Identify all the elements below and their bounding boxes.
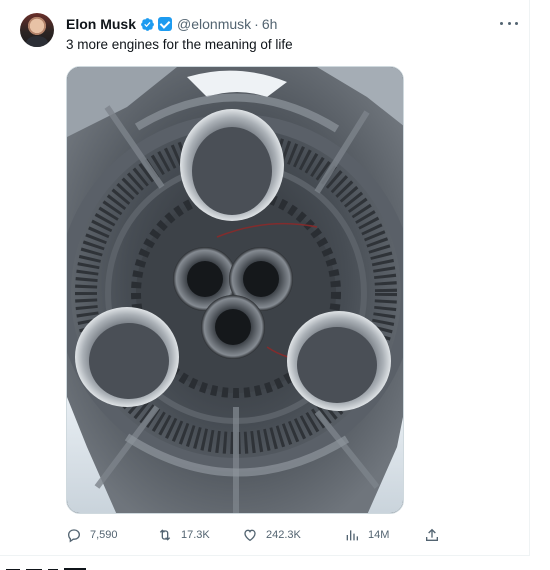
timestamp[interactable]: 6h xyxy=(262,16,278,32)
tweet-media-image[interactable] xyxy=(66,66,404,514)
share-button[interactable] xyxy=(424,524,448,546)
heart-icon xyxy=(244,529,256,542)
views-button[interactable]: 14M xyxy=(344,524,389,546)
avatar[interactable] xyxy=(20,13,54,47)
separator-dot: · xyxy=(254,16,259,32)
retweet-icon xyxy=(159,529,171,541)
share-icon xyxy=(426,528,438,541)
author-handle[interactable]: @elonmusk xyxy=(177,16,251,32)
more-options-icon[interactable] xyxy=(500,16,518,30)
views-chart-icon xyxy=(346,530,358,541)
rocket-engines-photo xyxy=(67,67,403,513)
reply-count: 7,590 xyxy=(90,529,118,541)
author-name[interactable]: Elon Musk xyxy=(66,16,136,32)
affiliation-badge-icon xyxy=(158,17,173,31)
retweet-count: 17.3K xyxy=(181,529,210,541)
verified-badge-icon xyxy=(141,17,154,31)
retweet-button[interactable]: 17.3K xyxy=(157,524,210,546)
like-button[interactable]: 242.3K xyxy=(242,524,301,546)
tweet-card[interactable]: Elon Musk @elonmusk · 6h 3 more engines … xyxy=(0,0,530,556)
like-count: 242.3K xyxy=(266,529,301,541)
tweet-actions: 7,590 17.3K 242.3K 14M xyxy=(66,524,446,546)
tweet-text: 3 more engines for the meaning of life xyxy=(66,37,293,52)
reply-button[interactable]: 7,590 xyxy=(66,524,118,546)
tweet-header: Elon Musk @elonmusk · 6h xyxy=(66,14,277,34)
next-tweet-partial xyxy=(0,562,120,570)
reply-icon xyxy=(67,529,81,543)
views-count: 14M xyxy=(368,529,390,541)
